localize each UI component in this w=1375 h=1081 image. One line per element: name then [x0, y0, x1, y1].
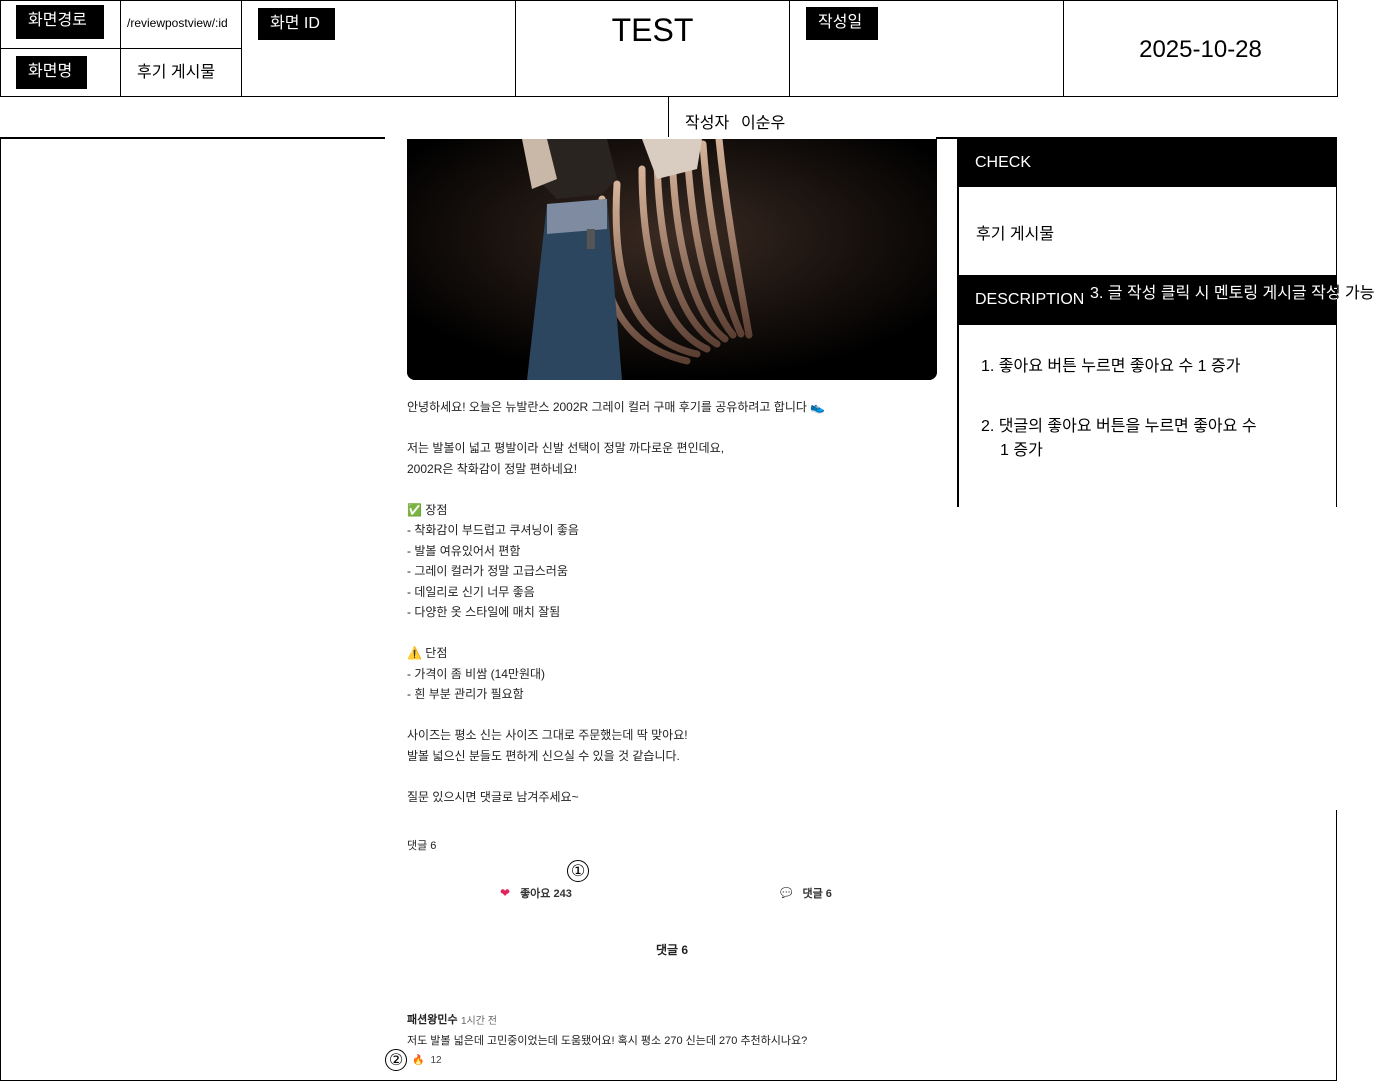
- comment-count-label: 댓글 6: [407, 840, 437, 852]
- fire-icon: 🔥: [412, 1055, 425, 1066]
- post-line: - 흰 부분 관리가 필요함: [407, 687, 524, 701]
- post-line: 사이즈는 평소 신는 사이즈 그대로 주문했는데 딱 맞아요!: [407, 728, 688, 742]
- post-line: [407, 418, 937, 439]
- comments-heading: 댓글 6: [655, 943, 689, 957]
- post-image: [407, 139, 937, 380]
- post-line: ⚠️ 단점: [407, 646, 448, 660]
- post-line: - 착화감이 부드럽고 쿠셔닝이 좋음: [407, 523, 579, 537]
- annotation-marker-2: ②: [385, 1049, 407, 1071]
- author-value: 이순우: [741, 115, 786, 132]
- date-label: 작성일: [806, 7, 878, 40]
- post-line: - 다양한 옷 스타일에 매치 잘됨: [407, 605, 561, 619]
- post-line: - 발볼 여유있어서 편함: [407, 543, 521, 558]
- post-line: ✅ 장점: [407, 502, 448, 517]
- description-item-1: 1. 좋아요 버튼 누르면 좋아요 수 1 증가: [981, 358, 1241, 375]
- post-line: [407, 705, 937, 726]
- annotation-marker-1: ①: [567, 860, 589, 882]
- post-line: [407, 479, 937, 500]
- test-label: TEST: [611, 12, 694, 48]
- post-line: 질문 있으시면 댓글로 남겨주세요~: [407, 789, 579, 804]
- path-value: /reviewpostview/:id: [127, 16, 228, 30]
- post-line: 발볼 넓으신 분들도 편하게 신으실 수 있을 것 같습니다.: [407, 748, 680, 763]
- name-label: 화면명: [16, 56, 87, 89]
- description-item-2-cont: 1 증가: [1000, 442, 1043, 459]
- comment-text: 저도 발볼 넓은데 고민중이었는데 도움됐어요! 혹시 평소 270 신는데 2…: [407, 1035, 808, 1047]
- comment-like-button[interactable]: 🔥 12: [412, 1055, 442, 1066]
- speech-bubble-icon: 💬: [780, 887, 793, 899]
- comment-time: 1시간 전: [461, 1016, 497, 1027]
- post-line: 2002R은 착화감이 정말 편하네요!: [407, 461, 578, 476]
- like-count: 좋아요 243: [520, 888, 572, 900]
- post-line: [407, 766, 937, 787]
- name-value: 후기 게시물: [137, 64, 216, 81]
- post-body: 안녕하세요! 오늘은 뉴발란스 2002R 그레이 컬러 구매 후기를 공유하려…: [407, 397, 937, 807]
- comment-button-label: 댓글 6: [802, 888, 832, 900]
- like-button[interactable]: ❤ 좋아요 243: [500, 884, 590, 902]
- post-line: - 그레이 컬러가 정말 고급스러움: [407, 564, 568, 578]
- right-frame-gap: [1336, 507, 1338, 810]
- author-label: 작성자: [685, 115, 730, 132]
- description-item-2: 2. 댓글의 좋아요 버튼을 누르면 좋아요 수: [981, 418, 1257, 435]
- screen-id-label: 화면 ID: [258, 8, 335, 40]
- overflow-note: 3. 글 작성 클릭 시 멘토링 게시글 작성 가능: [1090, 285, 1375, 302]
- post-line: 안녕하세요! 오늘은 뉴발란스 2002R 그레이 컬러 구매 후기를 공유하려…: [407, 400, 826, 414]
- heart-icon: ❤: [500, 886, 511, 900]
- post-line: 저는 발볼이 넓고 평발이라 신발 선택이 정말 까다로운 편인데요,: [407, 441, 725, 455]
- post-line: [407, 623, 937, 644]
- check-header: CHECK: [958, 139, 1337, 187]
- post-line: - 데일리로 신기 너무 좋음: [407, 584, 535, 599]
- author-divider: [668, 97, 669, 137]
- path-label: 화면경로: [16, 5, 104, 39]
- post-line: - 가격이 좀 비쌈 (14만원대): [407, 666, 546, 681]
- comment-like-count: 12: [430, 1055, 442, 1066]
- comment-button[interactable]: 💬 댓글 6: [780, 884, 850, 902]
- comment-author: 패션왕민수: [407, 1014, 458, 1026]
- date-value: 2025-10-28: [1139, 36, 1262, 63]
- check-value: 후기 게시물: [976, 226, 1055, 243]
- light-painting-photo: [407, 139, 937, 380]
